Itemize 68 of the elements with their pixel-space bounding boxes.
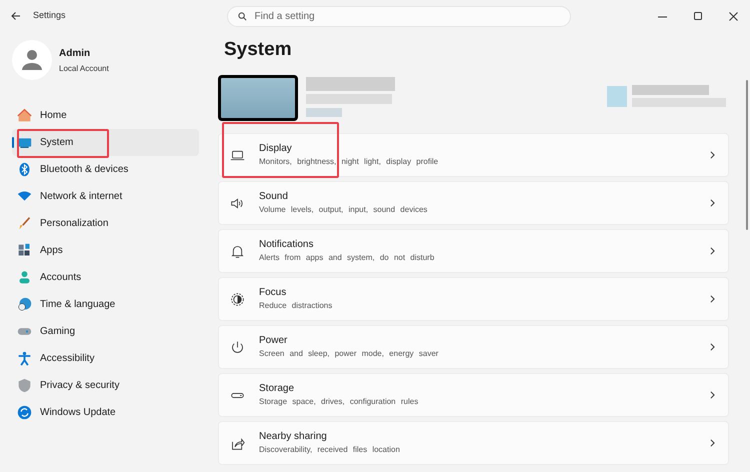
focus-icon xyxy=(230,292,245,306)
speaker-icon xyxy=(230,196,245,210)
redacted-block xyxy=(306,108,342,117)
selection-indicator xyxy=(12,137,14,148)
back-arrow-icon[interactable] xyxy=(11,11,21,21)
settings-card[interactable]: Power Screen and sleep, power mode, energy saver xyxy=(218,325,729,369)
window-title: Settings xyxy=(33,9,66,22)
chevron-right-icon xyxy=(710,199,715,207)
setting-title: Power xyxy=(259,335,288,347)
chevron-right-icon xyxy=(710,151,715,159)
chevron-right-icon xyxy=(710,439,715,447)
chevron-right-icon xyxy=(710,343,715,351)
bell-icon xyxy=(230,244,245,258)
bluetooth-icon xyxy=(17,162,32,177)
setting-description: Monitors, brightness, night light, display profile xyxy=(259,156,438,167)
sidebar-item[interactable]: Apps xyxy=(12,237,199,264)
chevron-right-icon xyxy=(710,247,715,255)
globe-clock-icon xyxy=(17,297,32,312)
setting-description: Discoverability, received files location xyxy=(259,444,400,455)
avatar-icon xyxy=(12,40,52,80)
redacted-block xyxy=(607,86,627,106)
settings-card[interactable]: Nearby sharing Discoverability, received files location xyxy=(218,421,729,465)
search-input: Find a setting xyxy=(254,8,555,24)
setting-title: Storage xyxy=(259,383,296,395)
setting-title: Notifications xyxy=(259,239,314,251)
sidebar-item[interactable]: Windows Update xyxy=(12,399,199,426)
person-icon xyxy=(17,270,32,285)
sidebar-item[interactable]: Privacy & security xyxy=(12,372,199,399)
setting-description: Screen and sleep, power mode, energy saver xyxy=(259,348,438,359)
chevron-right-icon xyxy=(710,391,715,399)
settings-card[interactable]: Sound Volume levels, output, input, sound devices xyxy=(218,181,729,225)
sidebar-item[interactable]: Accounts xyxy=(12,264,199,291)
sidebar-item[interactable]: Home xyxy=(12,102,199,129)
sidebar-item[interactable]: Gaming xyxy=(12,318,199,345)
scrollbar[interactable] xyxy=(746,80,748,230)
setting-title: Focus xyxy=(259,287,288,299)
setting-title: Display xyxy=(259,143,293,155)
sidebar-item[interactable]: Accessibility xyxy=(12,345,199,372)
settings-card[interactable]: Notifications Alerts from apps and system, do not disturb xyxy=(218,229,729,273)
settings-card[interactable]: Focus Reduce distractions xyxy=(218,277,729,321)
sidebar-item[interactable]: Personalization xyxy=(12,210,199,237)
setting-description: Reduce distractions xyxy=(259,300,332,311)
refresh-icon xyxy=(17,405,32,420)
brush-icon xyxy=(17,216,32,231)
setting-description: Storage space, drives, configuration rules xyxy=(259,396,418,407)
page-title: System xyxy=(224,38,292,62)
settings-card[interactable]: Storage Storage space, drives, configuration rules xyxy=(218,373,729,417)
search-icon xyxy=(238,12,247,20)
settings-card[interactable]: Display Monitors, brightness, night light, display profile xyxy=(218,133,729,177)
maximize-icon[interactable] xyxy=(694,12,702,20)
home-icon xyxy=(17,108,32,123)
setting-title: Sound xyxy=(259,191,289,203)
accessibility-icon xyxy=(17,351,32,366)
sidebar-item[interactable]: System xyxy=(12,129,199,156)
apps-icon xyxy=(17,243,32,258)
chevron-right-icon xyxy=(710,295,715,303)
account-name: Admin xyxy=(59,46,92,60)
shield-icon xyxy=(17,378,32,393)
search-field[interactable]: Find a setting xyxy=(226,6,571,26)
power-icon xyxy=(230,340,245,354)
sidebar-item[interactable]: Bluetooth & devices xyxy=(12,156,199,183)
setting-description: Volume levels, output, input, sound devices xyxy=(259,204,428,215)
sidebar-item[interactable]: Time & language xyxy=(12,291,199,318)
account-type: Local Account xyxy=(59,62,109,74)
setting-title: Nearby sharing xyxy=(259,431,328,443)
close-icon[interactable] xyxy=(729,12,738,20)
setting-description: Alerts from apps and system, do not disturb xyxy=(259,252,434,263)
sidebar-item[interactable]: Network & internet xyxy=(12,183,199,210)
